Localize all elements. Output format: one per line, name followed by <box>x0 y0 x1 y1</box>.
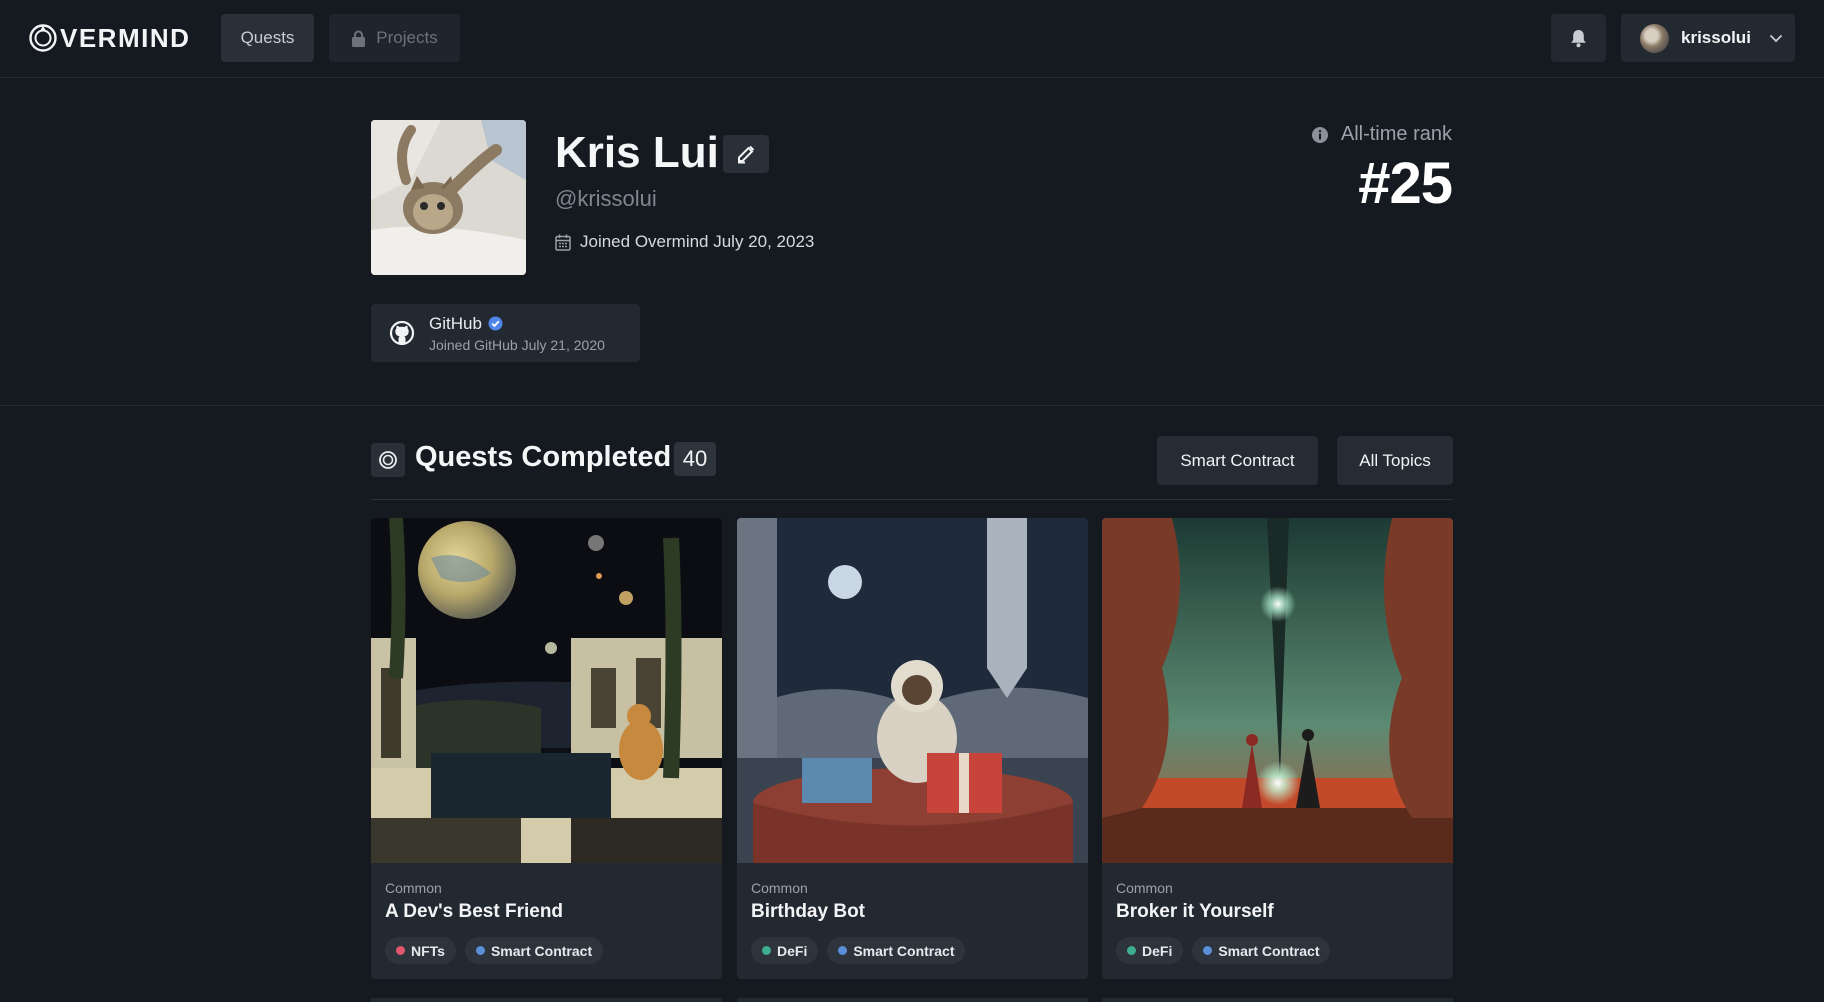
quest-card-image <box>371 518 722 863</box>
quest-card-birthday-bot[interactable]: Common Birthday Bot DeFi Smart Contract <box>737 518 1088 979</box>
quest-card-rarity: Common <box>385 880 442 896</box>
tag-label: Smart Contract <box>1218 942 1320 959</box>
quest-card-rarity: Common <box>1116 880 1173 896</box>
quests-divider <box>371 499 1453 500</box>
notifications-button[interactable] <box>1551 14 1606 62</box>
quest-card-next-row <box>371 998 722 1002</box>
bell-icon <box>1571 29 1586 47</box>
tag-label: NFTs <box>411 942 445 959</box>
quest-card-tags: DeFi Smart Contract <box>751 937 966 964</box>
quest-card-image <box>1102 518 1453 863</box>
tag-nfts[interactable]: NFTs <box>385 937 456 964</box>
quest-card-title: A Dev's Best Friend <box>385 901 564 922</box>
quest-card-dev-best-friend[interactable]: Common A Dev's Best Friend NFTs Smart Co… <box>371 518 722 979</box>
cat-photo-illustration <box>371 120 526 275</box>
quests-section-icon <box>371 443 405 477</box>
quest-card-title: Broker it Yourself <box>1116 901 1274 922</box>
tag-label: Smart Contract <box>853 942 955 959</box>
calendar-icon <box>555 234 571 251</box>
nav-projects-label: Projects <box>376 28 438 47</box>
github-icon <box>389 320 415 346</box>
filter-smart-contract-button[interactable]: Smart Contract <box>1157 436 1318 485</box>
quest-card-next-row <box>737 998 1088 1002</box>
top-navigation-bar: VERMIND Quests Projects krissolui <box>0 0 1824 78</box>
tag-color-dot <box>475 946 485 955</box>
user-menu-button[interactable]: krissolui <box>1621 14 1795 62</box>
verified-badge-icon <box>488 316 503 331</box>
github-title-text: GitHub <box>429 313 482 333</box>
username-label: krissolui <box>1681 28 1751 47</box>
quest-card-rarity: Common <box>751 880 808 896</box>
tag-smart-contract[interactable]: Smart Contract <box>827 937 966 964</box>
joined-date-text: Joined Overmind July 20, 2023 <box>580 232 815 251</box>
avatar <box>1640 23 1669 53</box>
overmind-ring-icon <box>379 451 397 469</box>
quest-card-image <box>737 518 1088 863</box>
profile-name: Kris Lui <box>555 128 719 177</box>
quest-card-tags: DeFi Smart Contract <box>1116 937 1331 964</box>
github-connection-card[interactable]: GitHub Joined GitHub July 21, 2020 <box>371 304 640 362</box>
quest-card-broker-it-yourself[interactable]: Common Broker it Yourself DeFi Smart Con… <box>1102 518 1453 979</box>
rank-label-text: All-time rank <box>1340 123 1452 145</box>
rank-value: #25 <box>1358 151 1453 216</box>
chevron-down-icon <box>1769 34 1783 42</box>
edit-icon <box>738 145 755 164</box>
nav-quests-button[interactable]: Quests <box>221 14 314 62</box>
joined-date: Joined Overmind July 20, 2023 <box>555 232 814 252</box>
quest-card-tags: NFTs Smart Contract <box>385 937 604 964</box>
logo-text: VERMIND <box>60 22 191 53</box>
github-joined-date: Joined GitHub July 21, 2020 <box>429 336 605 353</box>
tag-smart-contract[interactable]: Smart Contract <box>1192 937 1331 964</box>
nav-quests-label: Quests <box>240 28 295 47</box>
tag-label: Smart Contract <box>490 942 593 959</box>
profile-handle: @krissolui <box>555 186 657 211</box>
tag-label: DeFi <box>777 942 808 959</box>
lock-icon <box>352 30 366 47</box>
nav-projects-button[interactable]: Projects <box>329 14 460 62</box>
tag-smart-contract[interactable]: Smart Contract <box>464 937 604 964</box>
filter-all-topics-label: All Topics <box>1359 450 1431 470</box>
logo-mark-icon <box>29 24 57 52</box>
filter-smart-contract-label: Smart Contract <box>1180 450 1295 470</box>
overmind-logo[interactable]: VERMIND <box>28 21 190 55</box>
quest-card-next-row <box>1102 998 1453 1002</box>
tag-defi[interactable]: DeFi <box>751 937 819 964</box>
github-title: GitHub <box>429 314 605 334</box>
section-divider <box>0 405 1824 406</box>
tag-color-dot <box>762 946 771 955</box>
quests-completed-count: 40 <box>674 442 716 476</box>
tag-color-dot <box>396 946 405 955</box>
tag-label: DeFi <box>1142 942 1173 959</box>
filter-all-topics-button[interactable]: All Topics <box>1337 436 1453 485</box>
edit-profile-button[interactable] <box>723 135 769 173</box>
tag-color-dot <box>1203 946 1213 955</box>
tag-color-dot <box>838 946 848 955</box>
tag-defi[interactable]: DeFi <box>1116 937 1184 964</box>
info-icon[interactable] <box>1311 126 1329 144</box>
quests-completed-title: Quests Completed <box>415 441 672 473</box>
tag-color-dot <box>1127 946 1136 955</box>
quest-card-title: Birthday Bot <box>751 901 865 922</box>
rank-label: All-time rank <box>1311 123 1452 146</box>
profile-photo <box>371 120 526 275</box>
